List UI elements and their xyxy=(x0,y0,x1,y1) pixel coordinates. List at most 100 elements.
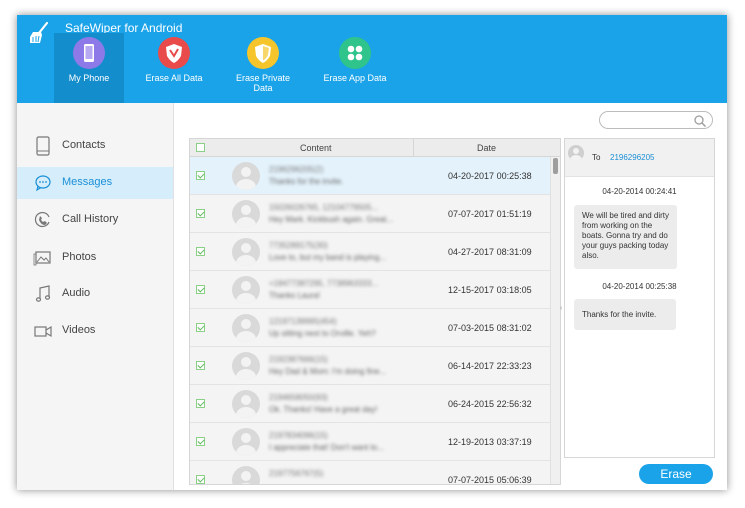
table-row[interactable]: 2197756767(5) 07-07-2015 05:06:39 xyxy=(190,461,550,484)
apps-grid-icon xyxy=(339,37,371,69)
row-date-time: 22:56:32 xyxy=(496,399,532,409)
row-date: 06-24-2015 22:56:32 xyxy=(448,399,532,409)
conversation-panel: To 2196296205 04-20-2014 00:24:41 We wil… xyxy=(564,138,715,458)
table-row[interactable]: 2194658050(93) Ok. Thanks! Have a great d… xyxy=(190,385,550,423)
row-date: 12-19-2013 03:37:19 xyxy=(448,437,532,447)
row-date: 04-20-2017 00:25:38 xyxy=(448,171,532,181)
avatar xyxy=(232,162,260,190)
header-bar: SafeWiper for Android My Phone Erase All… xyxy=(17,15,727,103)
table-row[interactable]: +18477387295, 7738963333... Thanks Laura!… xyxy=(190,271,550,309)
row-checkbox[interactable] xyxy=(196,361,205,370)
nav-erase-private-data[interactable]: Erase Private Data xyxy=(228,33,298,103)
row-date-day: 07-07-2017 xyxy=(448,209,495,219)
photos-icon xyxy=(33,251,51,266)
row-date-day: 12-15-2017 xyxy=(448,285,495,295)
select-all-checkbox[interactable] xyxy=(196,143,205,152)
recipient-number: 2196296205 xyxy=(610,153,655,162)
row-checkbox[interactable] xyxy=(196,399,205,408)
phone-icon xyxy=(73,37,105,69)
table-row[interactable]: 2196296205(2) Thanks for the invite. 04-20… xyxy=(190,157,550,195)
table-row[interactable]: 2192387666(15) Hey Dad & Mom: I'm doing f… xyxy=(190,347,550,385)
row-checkbox[interactable] xyxy=(196,247,205,256)
panel-splitter-icon[interactable]: ‹ xyxy=(560,305,563,313)
row-date-time: 00:25:38 xyxy=(496,171,532,181)
sidebar-item-videos[interactable]: Videos xyxy=(17,315,173,347)
message-timestamp: 04-20-2014 00:24:41 xyxy=(602,187,677,196)
nav-label: My Phone xyxy=(68,73,110,83)
contact-name: 7735289175(30) xyxy=(269,241,328,250)
row-date-time: 22:33:23 xyxy=(496,361,532,371)
erase-button[interactable]: Erase xyxy=(639,464,713,484)
row-date-day: 04-27-2017 xyxy=(448,247,495,257)
conversation-header: To 2196296205 xyxy=(565,139,714,177)
column-header-date: Date xyxy=(477,143,497,153)
table-header: Content Date xyxy=(190,139,560,157)
nav-erase-app-data[interactable]: Erase App Data xyxy=(320,33,390,103)
message-preview: Thanks Laura! xyxy=(269,291,321,300)
nav-my-phone[interactable]: My Phone xyxy=(54,33,124,103)
column-header-content: Content xyxy=(300,143,332,153)
row-date-day: 06-24-2015 xyxy=(448,399,495,409)
erase-shield-icon xyxy=(158,37,190,69)
avatar xyxy=(232,390,260,418)
messages-icon xyxy=(35,175,51,192)
contact-name: 2194658050(93) xyxy=(269,393,328,402)
app-window: SafeWiper for Android My Phone Erase All… xyxy=(17,15,727,490)
messages-table: Content Date 2196296205(2) Thanks for the… xyxy=(189,138,561,485)
sidebar-item-label: Videos xyxy=(62,324,96,336)
message-preview: Thanks for the invite. xyxy=(269,177,344,186)
row-date-time: 08:31:02 xyxy=(496,323,532,333)
avatar xyxy=(232,276,260,304)
private-shield-icon xyxy=(247,37,279,69)
to-label: To xyxy=(592,153,601,162)
row-checkbox[interactable] xyxy=(196,437,205,446)
videos-icon xyxy=(34,325,52,338)
row-checkbox[interactable] xyxy=(196,475,205,484)
nav-label: Erase App Data xyxy=(323,73,387,83)
call-history-icon xyxy=(34,211,50,228)
row-checkbox[interactable] xyxy=(196,323,205,332)
sidebar-item-call-history[interactable]: Call History xyxy=(17,204,173,236)
nav-erase-all-data[interactable]: Erase All Data xyxy=(139,33,209,103)
row-date-time: 01:51:19 xyxy=(496,209,532,219)
contact-name: 2197756767(5) xyxy=(269,469,324,478)
row-checkbox[interactable] xyxy=(196,285,205,294)
contact-name: 15026026765, 12104779505... xyxy=(269,203,378,212)
avatar xyxy=(568,145,584,161)
row-checkbox[interactable] xyxy=(196,209,205,218)
broom-icon xyxy=(30,21,49,43)
sidebar-item-photos[interactable]: Photos xyxy=(17,242,173,274)
table-scrollbar[interactable] xyxy=(550,157,560,484)
avatar xyxy=(232,352,260,380)
contact-name: 12197139995(454) xyxy=(269,317,337,326)
contact-name: 2192387666(15) xyxy=(269,355,328,364)
row-date-day: 06-14-2017 xyxy=(448,361,495,371)
avatar xyxy=(232,238,260,266)
sidebar-item-messages[interactable]: Messages xyxy=(17,167,173,199)
contact-name: 2196296205(2) xyxy=(269,165,324,174)
message-preview: Up sitting next to Orville. Yeh? xyxy=(269,329,376,338)
table-row[interactable]: 15026026765, 12104779505... Hey Mark. Kic… xyxy=(190,195,550,233)
contacts-icon xyxy=(36,136,50,156)
audio-icon xyxy=(35,285,51,302)
table-row[interactable]: 12197139995(454) Up sitting next to Orvil… xyxy=(190,309,550,347)
row-date-time: 03:37:19 xyxy=(496,437,532,447)
row-date: 12-15-2017 03:18:05 xyxy=(448,285,532,295)
row-date-day: 07-03-2015 xyxy=(448,323,495,333)
message-bubble: We will be tired and dirty from working … xyxy=(574,205,677,269)
message-preview: Hey Dad & Mom: I'm doing fine... xyxy=(269,367,387,376)
contact-name: 2197834096(15) xyxy=(269,431,328,440)
search-icon[interactable] xyxy=(693,114,707,128)
sidebar-item-label: Call History xyxy=(62,213,119,225)
scrollbar-thumb[interactable] xyxy=(553,158,558,174)
table-row[interactable]: 7735289175(30) Love to, but my band is pl… xyxy=(190,233,550,271)
row-checkbox[interactable] xyxy=(196,171,205,180)
table-row[interactable]: 2197834096(15) I appreciate that! Don't w… xyxy=(190,423,550,461)
sidebar-item-label: Contacts xyxy=(62,139,106,151)
avatar xyxy=(232,428,260,456)
sidebar-item-contacts[interactable]: Contacts xyxy=(17,130,173,162)
message-preview: Hey Mark. Kickbush again. Great... xyxy=(269,215,394,224)
sidebar-item-audio[interactable]: Audio xyxy=(17,278,173,310)
row-date-day: 12-19-2013 xyxy=(448,437,495,447)
message-preview: I appreciate that! Don't want to... xyxy=(269,443,384,452)
